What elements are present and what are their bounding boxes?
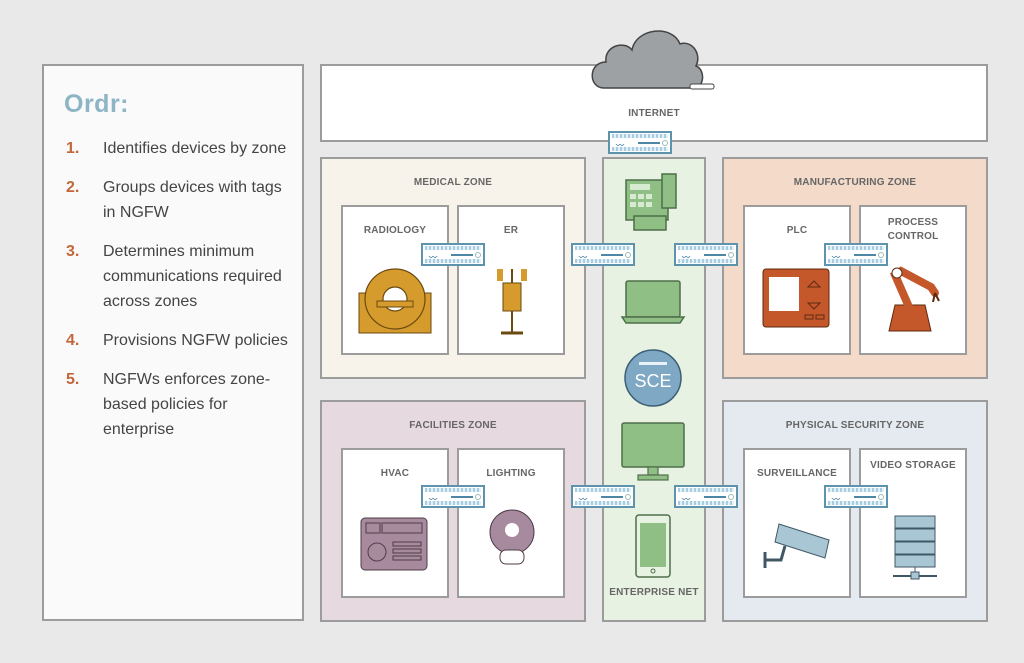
svg-text:SCE: SCE <box>634 371 671 391</box>
step-item: 3. Determines minimum communications requ… <box>66 239 296 314</box>
firewall-icon: 〰 <box>571 485 635 508</box>
firewall-icon: 〰 <box>824 243 888 266</box>
smartphone-icon <box>635 514 671 578</box>
device-label: RADIOLOGY <box>363 225 427 236</box>
zone-title: ENTERPRISE NET <box>609 587 699 598</box>
iv-pump-icon <box>497 269 527 335</box>
step-text: Identifies devices by zone <box>103 140 287 157</box>
step-item: 4. Provisions NGFW policies <box>66 328 296 353</box>
device-er: ER <box>457 205 565 355</box>
physical-security-zone: PHYSICAL SECURITY ZONE SURVEILLANCE VIDE… <box>722 400 988 622</box>
step-text: Determines minimum communications requir… <box>103 243 282 310</box>
step-number: 4. <box>66 332 80 349</box>
firewall-icon: 〰 <box>674 485 738 508</box>
device-hvac: HVAC <box>341 448 449 598</box>
device-label: HVAC <box>380 468 410 479</box>
step-text: Provisions NGFW policies <box>103 332 288 349</box>
step-text: Groups devices with tags in NGFW <box>103 179 282 221</box>
robot-arm-icon <box>888 266 940 332</box>
device-label: SURVEILLANCE <box>756 468 837 479</box>
hvac-panel-icon <box>360 517 428 571</box>
security-camera-icon <box>763 523 830 568</box>
firewall-icon: 〰 <box>674 243 738 266</box>
device-process-control: PROCESS CONTROL <box>859 205 967 355</box>
step-item: 2. Groups devices with tags in NGFW <box>66 175 296 225</box>
light-bulb-icon <box>489 509 535 565</box>
device-label: PLC <box>786 225 808 236</box>
device-plc: PLC <box>743 205 851 355</box>
desktop-monitor-icon <box>621 422 685 481</box>
server-rack-icon <box>893 515 937 580</box>
sce-badge-icon: SCE <box>624 349 682 407</box>
firewall-icon: 〰 <box>421 485 485 508</box>
zone-title: MEDICAL ZONE <box>413 177 493 188</box>
cloud-icon <box>591 30 715 90</box>
step-item: 1. Identifies devices by zone <box>66 136 296 161</box>
firewall-icon: 〰 <box>824 485 888 508</box>
step-number: 2. <box>66 179 80 196</box>
device-lighting: LIGHTING <box>457 448 565 598</box>
device-surveillance: SURVEILLANCE <box>743 448 851 598</box>
step-number: 3. <box>66 243 80 260</box>
medical-zone: MEDICAL ZONE RADIOLOGY ER <box>320 157 586 379</box>
zone-title: FACILITIES ZONE <box>409 420 497 431</box>
zone-title: MANUFACTURING ZONE <box>793 177 917 188</box>
steps-list: 1. Identifies devices by zone 2. Groups de… <box>66 136 296 456</box>
internet-label: INTERNET <box>628 108 680 119</box>
device-radiology: RADIOLOGY <box>341 205 449 355</box>
laptop-icon <box>620 280 686 324</box>
device-label: ER <box>503 225 519 236</box>
manufacturing-zone: MANUFACTURING ZONE PLC PROCESS CONTROL <box>722 157 988 379</box>
fax-phone-icon <box>625 173 677 231</box>
step-text: NGFWs enforces zone-based policies for e… <box>103 371 271 438</box>
ordr-steps-panel: Ordr: 1. Identifies devices by zone 2. Gro… <box>42 64 304 621</box>
device-label: VIDEO STORAGE <box>870 460 956 471</box>
firewall-icon: 〰 <box>571 243 635 266</box>
device-label: LIGHTING <box>486 468 536 479</box>
firewall-icon: 〰 <box>608 131 672 154</box>
zone-title: PHYSICAL SECURITY ZONE <box>785 420 925 431</box>
step-item: 5. NGFWs enforces zone-based policies for… <box>66 367 296 442</box>
step-number: 5. <box>66 371 80 388</box>
mri-scanner-icon <box>358 268 432 334</box>
device-video-storage: VIDEO STORAGE <box>859 448 967 598</box>
firewall-icon: 〰 <box>421 243 485 266</box>
facilities-zone: FACILITIES ZONE HVAC LIGHTING <box>320 400 586 622</box>
step-number: 1. <box>66 140 80 157</box>
device-label: PROCESS CONTROL <box>887 217 939 242</box>
panel-title: Ordr: <box>64 90 129 118</box>
plc-controller-icon <box>762 268 830 328</box>
